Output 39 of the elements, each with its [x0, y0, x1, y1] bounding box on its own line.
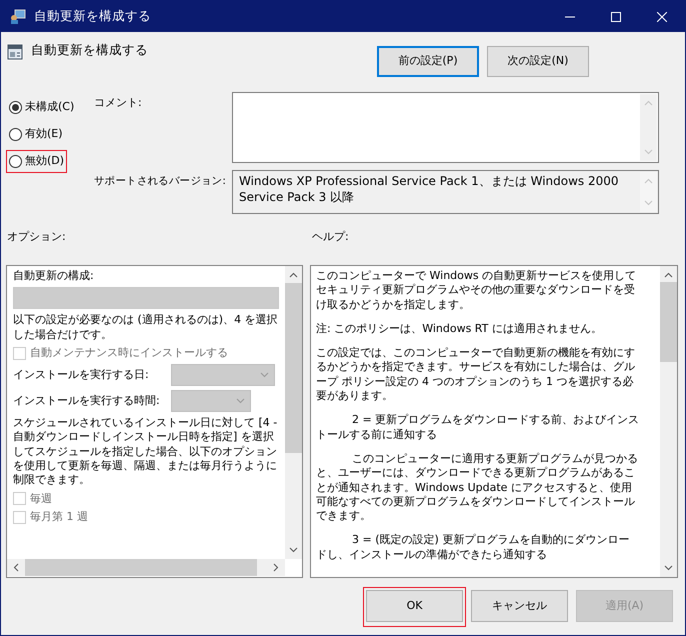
app-icon [10, 8, 26, 24]
chevron-up-icon[interactable] [289, 272, 298, 278]
chevron-down-icon[interactable] [289, 547, 298, 553]
radio-label[interactable]: 有効(E) [25, 127, 63, 142]
radio-button[interactable] [9, 128, 22, 141]
field-label: インストールを実行する日: [13, 368, 150, 382]
options-text: 以下の設定が必要なのは (適用されるのは)、4 を選択した場合だけです。 [13, 313, 279, 342]
help-paragraph: 3 = (既定の設定) 更新プログラムを自動的にダウンロードし、インストールの準備ができたら通知する [316, 533, 630, 562]
window-title: 自動更新を構成する [34, 8, 151, 25]
supported-label: サポートされるバージョン: [94, 175, 226, 187]
field-label: インストールを実行する時間: [13, 394, 161, 408]
dialog-button[interactable]: OK [366, 590, 463, 622]
policy-icon [7, 44, 23, 60]
radio-label[interactable]: 未構成(C) [25, 100, 74, 115]
supported-versions-text: Windows XP Professional Service Pack 1、または Windows 2000 Service Pack 3 以降 [239, 174, 619, 204]
policy-title: 自動更新を構成する [31, 42, 148, 58]
comment-label: コメント: [94, 96, 142, 109]
help-paragraph: 2 = 更新プログラムをダウンロードする前、およびインストールする前に通知する [316, 413, 640, 442]
radio-button[interactable] [9, 155, 22, 168]
options-heading: 自動更新の構成: [13, 269, 95, 284]
nav-button[interactable]: 前の設定(P) [377, 46, 479, 77]
vertical-scrollbar[interactable] [660, 266, 677, 577]
options-label: オプション: [7, 230, 67, 245]
help-paragraph: 注: このポリシーは、Windows RT には適用されません。 [316, 322, 603, 336]
vertical-scrollbar[interactable] [285, 266, 302, 559]
chevron-down-icon[interactable] [664, 565, 673, 571]
dialog-button[interactable]: キャンセル [471, 590, 568, 622]
help-paragraph: このコンピューターに適用する更新プログラムが見つかると、ユーザーには、ダウンロードできる更新プログラムがあることが通知されます。Windows Update にアクセスすると、使用可能なすべての更新プログラムをダウンロードしてインストールできます。 [316, 452, 639, 524]
chevron-right-icon[interactable] [273, 563, 279, 572]
chevron-left-icon[interactable] [13, 563, 19, 572]
chevron-up-icon[interactable] [664, 272, 673, 278]
radio-label[interactable]: 無効(D) [25, 154, 64, 169]
help-label: ヘルプ: [312, 230, 349, 245]
nav-button[interactable]: 次の設定(N) [487, 46, 589, 77]
options-text: スケジュールされているインストール日に対して [4 - 自動ダウンロードしインストール日時を指定] を選択してスケジュールを指定した場合、以下のオプションを使用して更新を毎週、隔週、または毎月行うように制限できます。 [13, 416, 278, 488]
horizontal-scrollbar[interactable] [7, 559, 285, 576]
help-paragraph: このコンピューターで Windows の自動更新サービスを使用してセキュリティ更新プログラムやその他の重要なダウンロードを受け取るかどうかを指定します。 [316, 269, 638, 312]
radio-button[interactable] [9, 101, 22, 114]
help-paragraph: この設定では、このコンピューターで自動更新の機能を有効にするかどうかを指定できます。サービスを有効にした場合は、グループ ポリシー設定の 4 つのオプションのうち 1 つを選択する必要があります。 [316, 346, 636, 404]
